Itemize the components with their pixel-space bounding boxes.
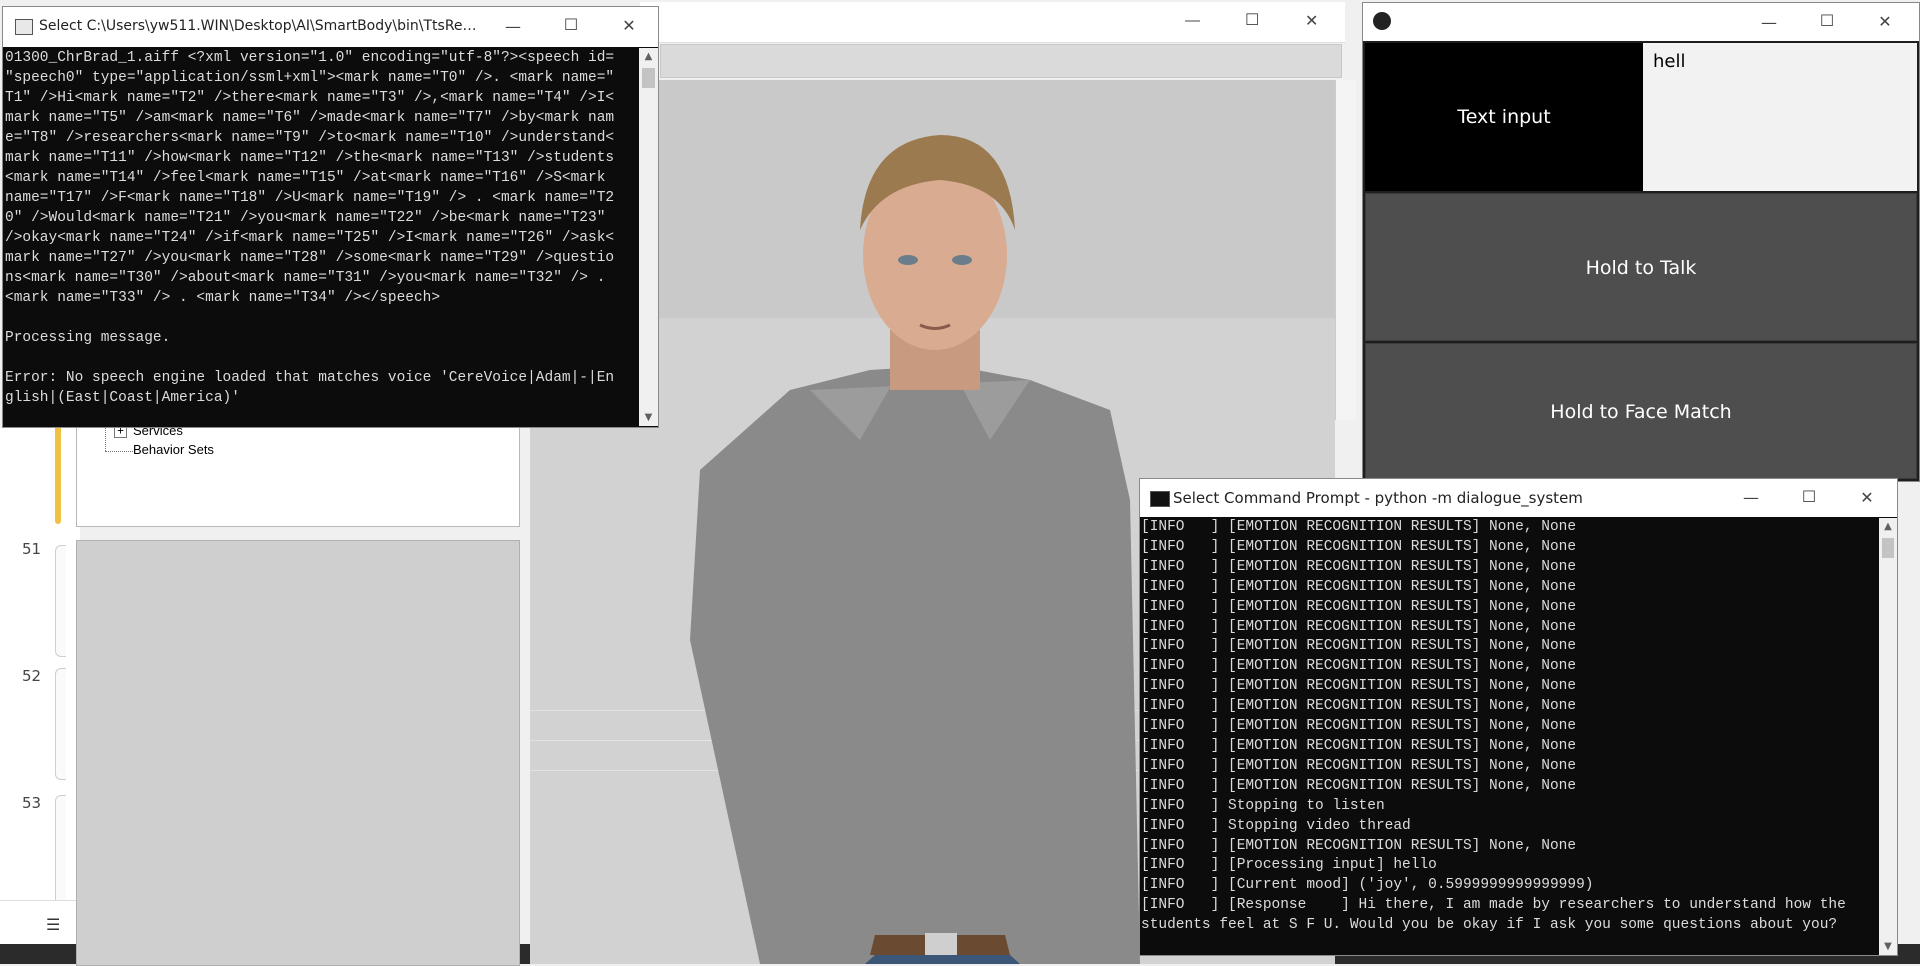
console-line: <mark name="T33" /> . <mark name="T34" /… — [5, 290, 441, 306]
tts-relay-titlebar: Select C:\Users\yw511.WIN\Desktop\AI\Sma… — [3, 7, 658, 47]
hold-to-face-match-button[interactable]: Hold to Face Match — [1365, 343, 1917, 479]
console-line: students feel at S F U. Would you be oka… — [1141, 917, 1838, 934]
scroll-up-icon[interactable]: ▲ — [639, 48, 658, 65]
console-line: [INFO ] [Processing input] hello — [1141, 857, 1437, 874]
console-line: "speech0" type="application/ssml+xml"><m… — [5, 70, 615, 86]
console-line: [INFO ] [Response ] Hi there, I am made … — [1141, 897, 1846, 914]
minimize-icon[interactable]: — — [1185, 12, 1200, 29]
scroll-down-icon[interactable]: ▼ — [639, 409, 658, 426]
console-line: [INFO ] [EMOTION RECOGNITION RESULTS] No… — [1141, 558, 1577, 575]
smartbody-toolbar — [660, 44, 1342, 78]
maximize-icon[interactable]: ☐ — [1781, 487, 1837, 506]
maximize-icon[interactable]: ☐ — [1799, 11, 1855, 30]
console-line: glish|(East|Coast|America)' — [5, 390, 240, 406]
console-line: ns<mark name="T30" />about<mark name="T3… — [5, 270, 606, 286]
console-line: mark name="T5" />am<mark name="T6" />mad… — [5, 110, 615, 126]
console-line: [INFO ] [EMOTION RECOGNITION RESULTS] No… — [1141, 598, 1577, 615]
properties-panel — [76, 540, 520, 966]
scrollbar-thumb[interactable] — [1882, 538, 1894, 558]
editor-bottom-strip — [0, 900, 78, 945]
line-number: 51 — [22, 540, 42, 558]
editor-row-box — [55, 795, 66, 907]
close-icon[interactable]: ✕ — [601, 16, 657, 35]
minimize-icon[interactable]: — — [1741, 13, 1797, 32]
tts-relay-title: Select C:\Users\yw511.WIN\Desktop\AI\Sma… — [39, 18, 479, 34]
console-line: [INFO ] [EMOTION RECOGNITION RESULTS] No… — [1141, 777, 1577, 794]
console-line: e="T8" />researchers<mark name="T9" />to… — [5, 130, 615, 146]
console-line: [INFO ] [EMOTION RECOGNITION RESULTS] No… — [1141, 638, 1577, 655]
scrollbar-thumb[interactable] — [642, 68, 655, 88]
close-icon[interactable]: ✕ — [1857, 12, 1913, 31]
dialogue-system-titlebar: Select Command Prompt - python -m dialog… — [1140, 479, 1897, 517]
console-line: 01300_ChrBrad_1.aiff <?xml version="1.0"… — [5, 50, 615, 66]
list-view-icon[interactable]: ☰ — [46, 915, 60, 935]
console-line: [INFO ] Stopping video thread — [1141, 817, 1411, 834]
minimize-icon[interactable]: — — [485, 17, 541, 36]
text-input-label-panel: Text input — [1365, 43, 1643, 191]
console-line: mark name="T11" />how<mark name="T12" />… — [5, 150, 615, 166]
close-icon[interactable]: ✕ — [1839, 488, 1895, 507]
console-line: [INFO ] [EMOTION RECOGNITION RESULTS] No… — [1141, 737, 1577, 754]
console-line: [INFO ] [Current mood] ('joy', 0.5999999… — [1141, 877, 1594, 894]
console-line: name="T17" />F<mark name="T18" />U<mark … — [5, 190, 615, 206]
scroll-down-icon[interactable]: ▼ — [1879, 938, 1897, 955]
console-line: Error: No speech engine loaded that matc… — [5, 370, 615, 386]
scroll-up-icon[interactable]: ▲ — [1879, 518, 1897, 535]
console-line: [INFO ] [EMOTION RECOGNITION RESULTS] No… — [1141, 757, 1577, 774]
editor-marker — [55, 428, 61, 524]
tts-relay-window: Select C:\Users\yw511.WIN\Desktop\AI\Sma… — [2, 6, 659, 428]
cmd-app-icon — [1150, 491, 1170, 507]
minimize-icon[interactable]: — — [1723, 488, 1779, 507]
dialogue-system-output[interactable]: [INFO ] [EMOTION RECOGNITION RESULTS] No… — [1141, 518, 1879, 955]
console-app-icon — [15, 19, 33, 35]
maximize-icon[interactable]: ☐ — [1245, 10, 1259, 30]
console-line: [INFO ] [EMOTION RECOGNITION RESULTS] No… — [1141, 837, 1577, 854]
console-line: [INFO ] [EMOTION RECOGNITION RESULTS] No… — [1141, 678, 1577, 695]
kivy-app-icon — [1373, 12, 1391, 30]
dialogue-system-window: Select Command Prompt - python -m dialog… — [1139, 478, 1898, 956]
console-line: mark name="T27" />you<mark name="T28" />… — [5, 250, 615, 266]
console-line: [INFO ] [EMOTION RECOGNITION RESULTS] No… — [1141, 578, 1577, 595]
console-line: <mark name="T14" />feel<mark name="T15" … — [5, 170, 606, 186]
console-line: [INFO ] [EMOTION RECOGNITION RESULTS] No… — [1141, 538, 1577, 555]
console-line: [INFO ] [EMOTION RECOGNITION RESULTS] No… — [1141, 519, 1577, 535]
tree-item-behavior-sets[interactable]: Behavior Sets — [133, 442, 214, 457]
console-line: 0" />Would<mark name="T21" />you<mark na… — [5, 210, 606, 226]
tts-relay-scrollbar[interactable]: ▲ ▼ — [639, 48, 658, 426]
controller-titlebar: — ☐ ✕ — [1363, 3, 1919, 41]
console-line: T1" />Hi<mark name="T2" />there<mark nam… — [5, 90, 615, 106]
console-line: [INFO ] Stopping to listen — [1141, 797, 1385, 814]
text-input-field[interactable]: hell — [1643, 43, 1917, 191]
hold-to-talk-button[interactable]: Hold to Talk — [1365, 193, 1917, 341]
close-icon[interactable]: ✕ — [1305, 11, 1318, 31]
viewport-right-strip — [1335, 80, 1356, 420]
tts-relay-output[interactable]: 01300_ChrBrad_1.aiff <?xml version="1.0"… — [5, 48, 638, 426]
editor-row-box — [55, 668, 66, 780]
line-number: 52 — [22, 667, 42, 685]
console-line: [INFO ] [EMOTION RECOGNITION RESULTS] No… — [1141, 618, 1577, 635]
maximize-icon[interactable]: ☐ — [543, 15, 599, 34]
smartbody-titlebar: — ☐ ✕ — [640, 2, 1345, 43]
dialogue-system-title: Select Command Prompt - python -m dialog… — [1173, 489, 1583, 507]
line-number: 53 — [22, 794, 42, 812]
editor-row-box — [55, 545, 66, 657]
console-line: [INFO ] [EMOTION RECOGNITION RESULTS] No… — [1141, 698, 1577, 715]
console-line: [INFO ] [EMOTION RECOGNITION RESULTS] No… — [1141, 658, 1577, 675]
console-line: />okay<mark name="T24" />if<mark name="T… — [5, 230, 615, 246]
tree-dotted-branch — [105, 451, 133, 452]
controller-window: — ☐ ✕ Text input hell Hold to Talk Hold … — [1362, 2, 1920, 482]
console-line: Processing message. — [5, 330, 171, 346]
console-line: [INFO ] [EMOTION RECOGNITION RESULTS] No… — [1141, 718, 1577, 735]
dialogue-system-scrollbar[interactable]: ▲ ▼ — [1879, 518, 1897, 955]
